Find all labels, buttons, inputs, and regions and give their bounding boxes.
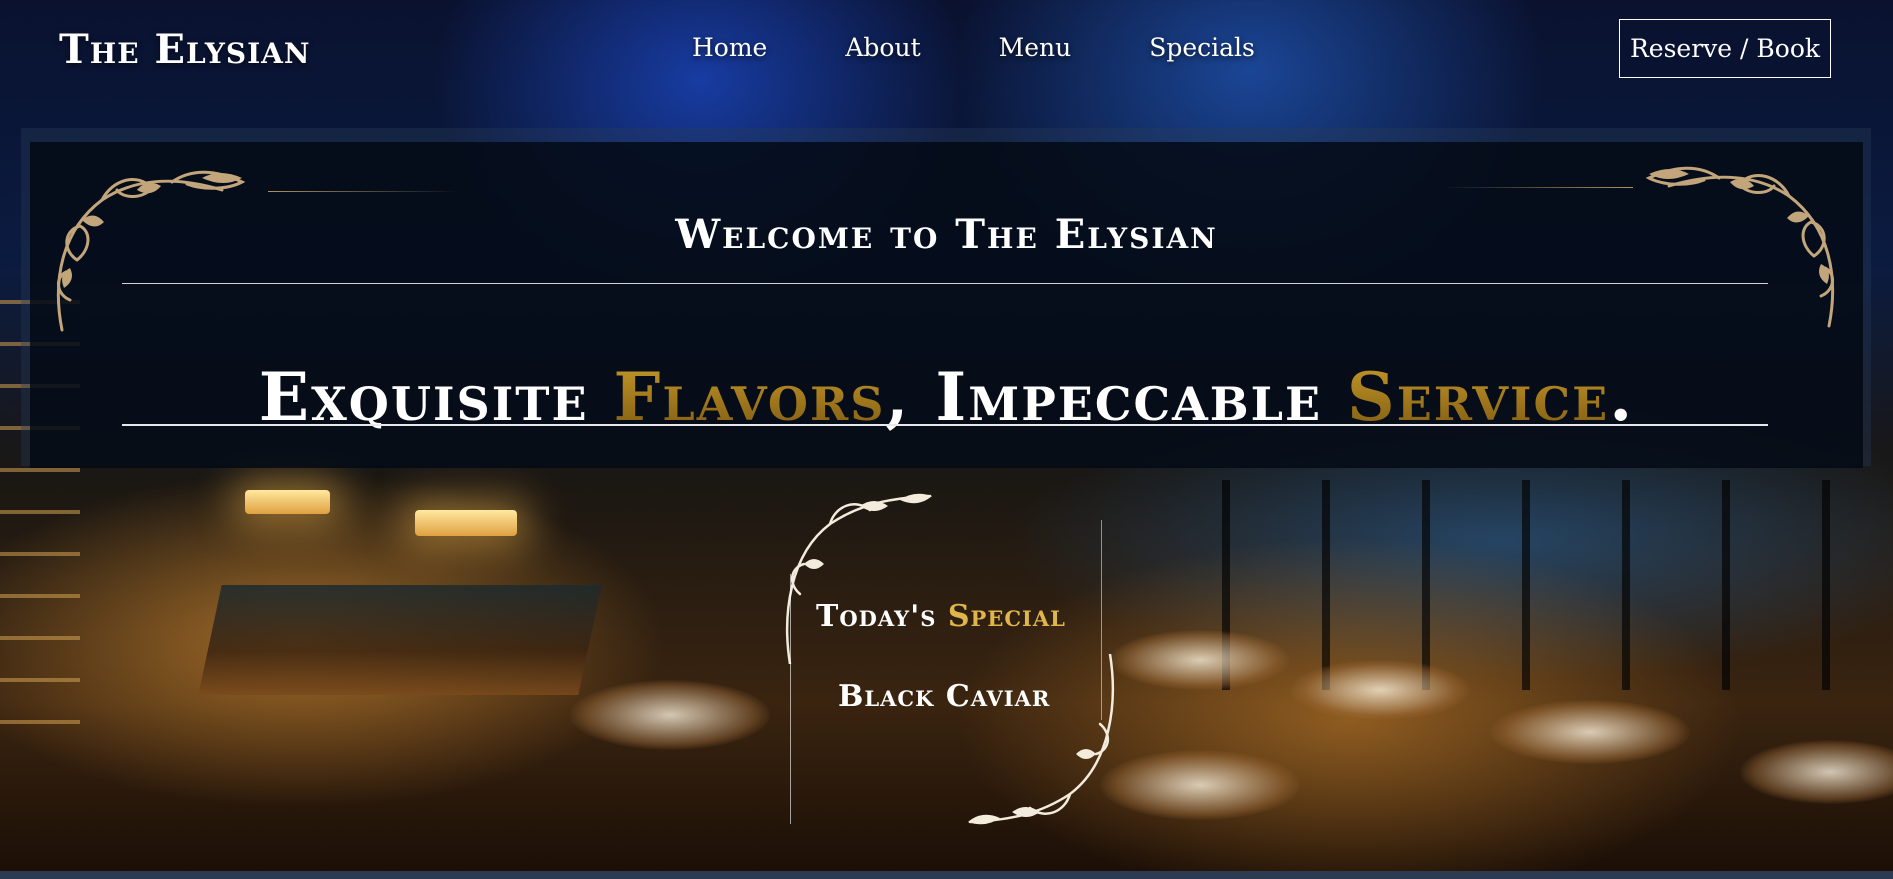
lamp-2 <box>415 510 517 536</box>
todays-special-card[interactable]: Today's Special Black Caviar <box>760 484 1140 839</box>
bottom-strip <box>0 871 1893 879</box>
divider-bottom <box>122 424 1768 426</box>
special-frame-left <box>790 574 791 824</box>
special-title-gold: Special <box>947 599 1066 634</box>
reserve-book-button[interactable]: Reserve / Book <box>1619 19 1831 78</box>
special-title: Today's Special <box>816 599 1066 634</box>
divider-top <box>122 283 1768 284</box>
brand-logo[interactable]: The Elysian <box>59 26 311 73</box>
nav-link-home[interactable]: Home <box>692 33 767 62</box>
welcome-heading: Welcome to The Elysian <box>675 211 1218 259</box>
table-3 <box>1290 660 1470 720</box>
flourish-line-right <box>1443 187 1633 188</box>
special-title-prefix: Today's <box>816 599 948 634</box>
table-6 <box>1740 740 1893 804</box>
flourish-line-left <box>268 191 458 192</box>
nav-link-menu[interactable]: Menu <box>999 33 1072 62</box>
ornamental-flourish-icon <box>785 493 932 664</box>
ornamental-flourish-icon <box>968 654 1115 825</box>
table-4 <box>1490 700 1690 764</box>
top-nav: The Elysian Home About Menu Specials Res… <box>0 0 1893 98</box>
nav-links: Home About Menu Specials <box>692 33 1333 62</box>
nav-link-specials[interactable]: Specials <box>1149 33 1255 62</box>
bar-counter <box>198 585 602 695</box>
nav-link-about[interactable]: About <box>845 33 920 62</box>
hero-panel: Welcome to The Elysian Exquisite Flavors… <box>30 142 1863 468</box>
table-1 <box>570 680 770 750</box>
lamp-1 <box>245 490 330 514</box>
